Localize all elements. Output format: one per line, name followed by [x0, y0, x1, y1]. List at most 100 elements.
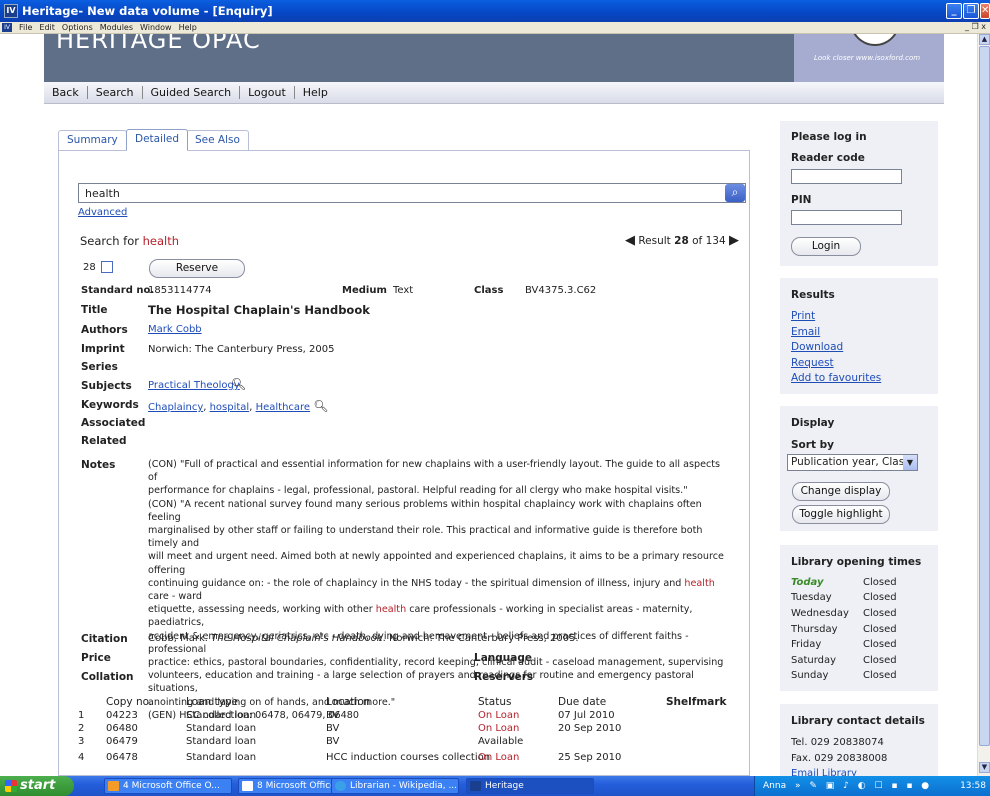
keyword-link[interactable]: Healthcare: [256, 402, 311, 413]
menu-options[interactable]: Options: [62, 23, 93, 32]
author-link[interactable]: Mark Cobb: [148, 324, 202, 335]
keyword-search-icon[interactable]: 🔍︎: [313, 399, 328, 413]
toggle-highlight-button[interactable]: Toggle highlight: [792, 505, 890, 524]
nav-help[interactable]: Help: [295, 86, 336, 99]
notes-line: marginalised by other staff or failing t…: [148, 525, 703, 550]
nav-search[interactable]: Search: [88, 86, 143, 99]
copy-no: 06479: [106, 736, 138, 747]
login-title: Please log in: [791, 131, 867, 143]
copy-no: 06478: [106, 752, 138, 763]
taskbar-item[interactable]: 4 Microsoft Office O...: [104, 778, 232, 794]
nav-logout[interactable]: Logout: [240, 86, 295, 99]
class-label: Class: [474, 285, 504, 296]
download-link[interactable]: Download: [791, 341, 843, 353]
scroll-down-icon[interactable]: ▼: [979, 762, 990, 773]
medium-value: Text: [393, 285, 414, 296]
windows-logo-icon: [5, 780, 17, 792]
minimize-button[interactable]: _: [946, 3, 962, 19]
email-link[interactable]: Email: [791, 326, 820, 338]
start-button[interactable]: start: [0, 776, 74, 796]
nav-guided-search[interactable]: Guided Search: [143, 86, 241, 99]
associated-label: Associated: [81, 417, 146, 429]
day-hours: Closed: [863, 655, 897, 666]
menu-edit[interactable]: Edit: [39, 23, 55, 32]
scroll-up-icon[interactable]: ▲: [979, 34, 990, 45]
notes-text: (CON) "Full of practical and essential i…: [148, 458, 728, 722]
close-button[interactable]: ✕: [980, 3, 990, 19]
reader-code-label: Reader code: [791, 152, 865, 164]
series-label: Series: [81, 361, 118, 373]
change-display-button[interactable]: Change display: [792, 482, 890, 501]
reader-code-input[interactable]: [791, 169, 902, 184]
row-index: 2: [78, 723, 85, 734]
menu-file[interactable]: File: [19, 23, 32, 32]
restore-button[interactable]: ❐: [963, 3, 979, 19]
tab-summary[interactable]: Summary: [58, 130, 127, 150]
sort-select[interactable]: Publication year, Class ▼: [787, 454, 918, 471]
search-term: health: [142, 234, 180, 248]
table-row: 3 06479 Standard loan BV Available: [70, 736, 740, 748]
request-link[interactable]: Request: [791, 357, 834, 369]
heritage-app-icon: [470, 781, 481, 791]
notes-line: volunteers, education and training - a l…: [148, 670, 694, 695]
taskbar-item[interactable]: Heritage: [466, 778, 594, 794]
class-value: BV4375.3.C62: [525, 285, 597, 296]
prev-result-icon[interactable]: ◀: [625, 233, 635, 248]
tab-detailed[interactable]: Detailed: [126, 129, 189, 151]
day-label: Thursday: [791, 624, 838, 635]
keyword-link[interactable]: hospital: [210, 402, 250, 413]
menu-app-icon: IV: [2, 23, 12, 32]
day-label: Today: [791, 577, 824, 588]
status-badge: Available: [478, 736, 524, 747]
select-checkbox[interactable]: [101, 261, 113, 273]
subjects-label: Subjects: [81, 380, 132, 392]
taskbar-item[interactable]: Librarian - Wikipedia, ...: [331, 778, 459, 794]
notes-line: etiquette, assessing needs, working with…: [148, 603, 728, 629]
notes-line: (CON) "Full of practical and essential i…: [148, 459, 721, 484]
search-input[interactable]: health: [78, 183, 746, 203]
row-index: 3: [78, 736, 85, 747]
nav-back[interactable]: Back: [44, 86, 88, 99]
subject-search-icon[interactable]: 🔍︎: [231, 377, 246, 391]
mdi-window-controls[interactable]: _ ❐ x: [965, 22, 986, 31]
due-date: 25 Sep 2010: [558, 752, 622, 763]
keyword-link[interactable]: Chaplaincy: [148, 402, 203, 413]
email-library-link[interactable]: Email Library: [791, 768, 857, 776]
print-link[interactable]: Print: [791, 310, 815, 322]
medium-label: Medium: [342, 285, 387, 296]
add-to-favourites-link[interactable]: Add to favourites: [791, 372, 881, 384]
search-icon[interactable]: ⌕: [725, 184, 745, 202]
promo-panel[interactable]: Look closer www.isoxford.com: [794, 34, 944, 82]
app-icon: IV: [4, 4, 18, 18]
contact-box: Library contact details Tel. 029 2083807…: [780, 704, 938, 776]
menu-window[interactable]: Window: [140, 23, 172, 32]
subject-link[interactable]: Practical Theology: [148, 380, 240, 391]
menu-bar: IV File Edit Options Modules Window Help…: [0, 22, 990, 34]
collation-label: Collation: [81, 671, 134, 683]
next-result-icon[interactable]: ▶: [729, 233, 739, 248]
chevron-down-icon[interactable]: ▼: [903, 455, 917, 470]
col-status: Status: [478, 696, 512, 708]
notes-text-fragment: etiquette, assessing needs, working with…: [148, 604, 376, 616]
menu-help[interactable]: Help: [179, 23, 197, 32]
vertical-scrollbar[interactable]: ▲ ▼: [977, 34, 990, 776]
day-hours: Closed: [863, 592, 897, 603]
tab-see-also[interactable]: See Also: [186, 130, 249, 150]
pin-input[interactable]: [791, 210, 902, 225]
loan-type: Standard loan: [186, 752, 257, 763]
reserve-button[interactable]: Reserve: [149, 259, 245, 278]
scrollbar-thumb[interactable]: [979, 46, 990, 746]
login-button[interactable]: Login: [791, 237, 861, 256]
imprint-value: Norwich: The Canterbury Press, 2005: [148, 344, 335, 355]
status-badge: On Loan: [478, 710, 520, 721]
sort-by-label: Sort by: [791, 439, 834, 451]
advanced-search-link[interactable]: Advanced: [78, 207, 127, 218]
tray-icons[interactable]: » ✎ ▣ ♪ ◐ ☐ ▪ ▪ ●: [795, 776, 932, 796]
related-label: Related: [81, 435, 127, 447]
table-row: 1 04223 Standard loan BV On Loan 07 Jul …: [70, 710, 740, 722]
authors-label: Authors: [81, 324, 128, 336]
menu-modules[interactable]: Modules: [100, 23, 133, 32]
loan-type: Standard loan: [186, 736, 257, 747]
standard-no-label: Standard no.: [81, 285, 155, 296]
day-label: Saturday: [791, 655, 837, 666]
